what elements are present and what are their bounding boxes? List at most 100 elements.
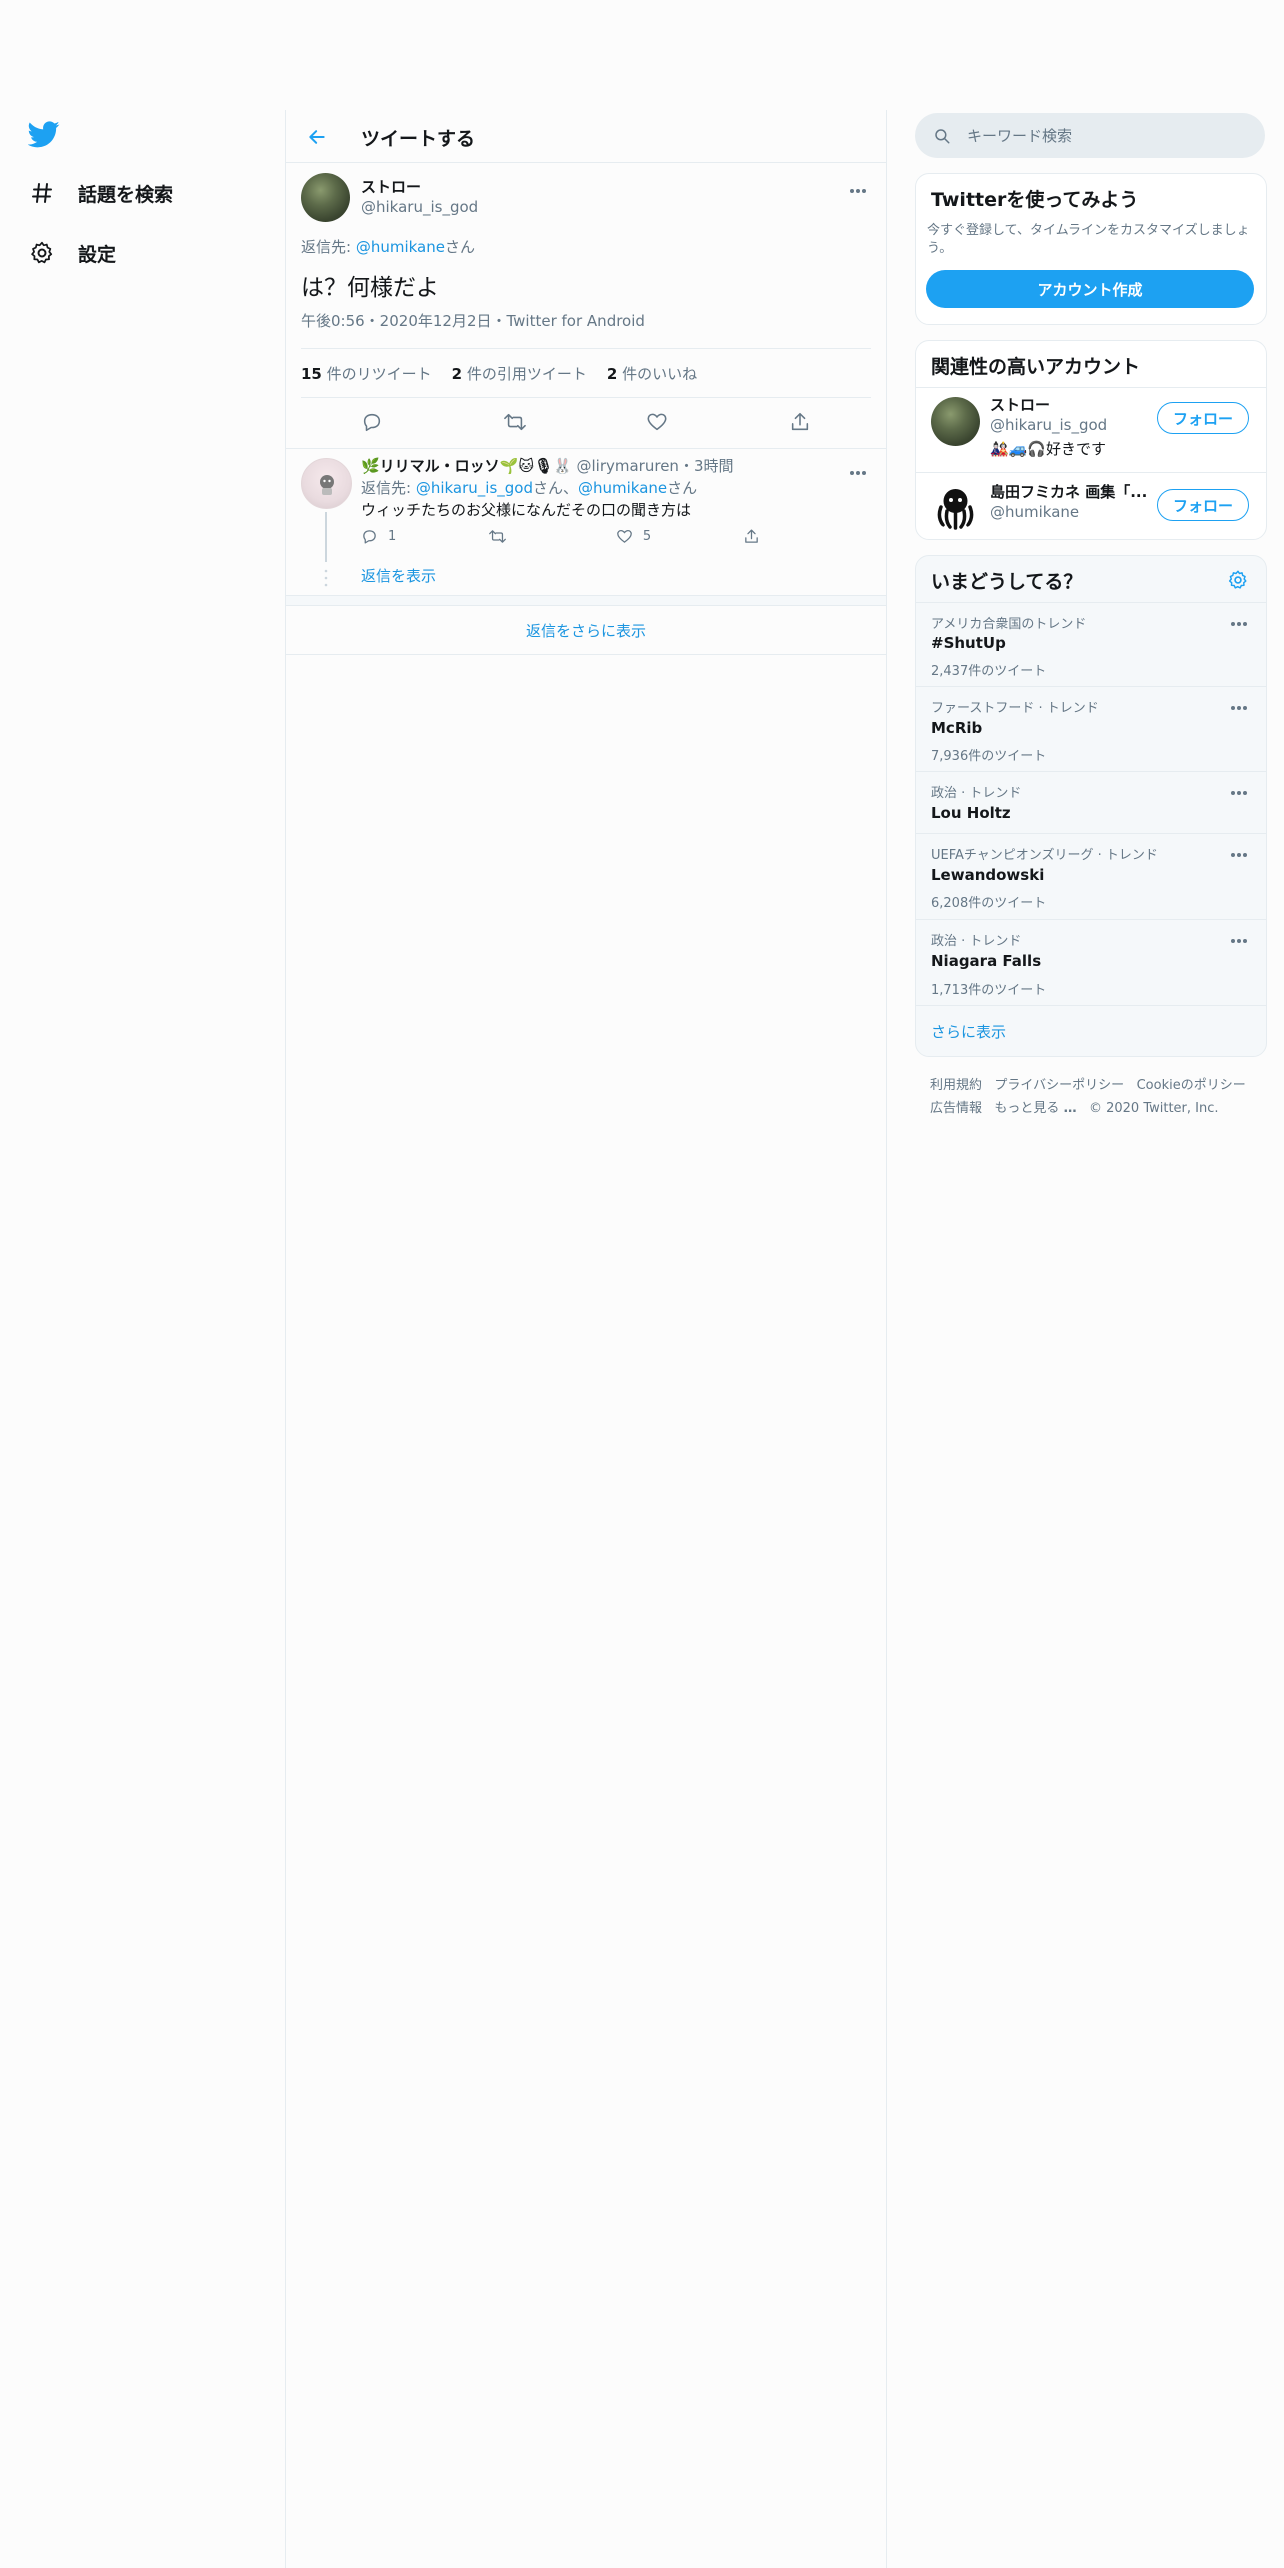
trend-item[interactable]: ファーストフード · トレンド McRib 7,936件のツイート [916, 686, 1266, 772]
gear-icon[interactable] [1227, 569, 1249, 591]
trend-meta: 政治 · トレンド [931, 786, 1022, 801]
reply-actions: 1 5 [361, 524, 781, 548]
avatar[interactable] [301, 458, 352, 509]
page-title: ツイートする [361, 128, 476, 150]
reply-time[interactable]: ・3時間 [679, 457, 734, 475]
signup-desc-line2: う。 [927, 241, 953, 256]
show-more-trends-link[interactable]: さらに表示 [931, 1021, 1006, 1042]
trend-count: 6,208件のツイート [931, 896, 1047, 911]
more-icon[interactable] [1226, 934, 1252, 948]
avatar[interactable] [931, 397, 980, 446]
trend-item[interactable]: アメリカ合衆国のトレンド #ShutUp 2,437件のツイート [916, 602, 1266, 687]
show-more-replies-button[interactable]: 返信をさらに表示 [286, 606, 886, 654]
like-icon[interactable] [640, 405, 674, 439]
likes-stat[interactable]: 2 件のいいね [607, 363, 697, 384]
reply-button[interactable]: 1 [361, 528, 488, 545]
trend-item[interactable]: 政治 · トレンド Lou Holtz [916, 771, 1266, 834]
retweet-icon[interactable] [498, 405, 532, 439]
footer-copyright: © 2020 Twitter, Inc. [1088, 1101, 1219, 1116]
follow-button[interactable]: フォロー [1157, 402, 1249, 434]
account-name[interactable]: 島田フミカネ 画集「... [990, 481, 1147, 502]
likes-label: 件のいいね [617, 364, 698, 383]
footer-ads[interactable]: 広告情報 [930, 1101, 982, 1116]
reply-count: 1 [388, 528, 397, 544]
like-button[interactable]: 5 [616, 528, 743, 545]
trend-name: Niagara Falls [931, 952, 1042, 970]
footer-links: 利用規約 プライバシーポリシー Cookieのポリシー 広告情報 もっと見る …… [930, 1074, 1265, 1120]
account-row[interactable]: 島田フミカネ 画集「... @humikane フォロー [916, 473, 1266, 537]
thread-line [325, 512, 327, 562]
trend-item[interactable]: UEFAチャンピオンズリーグ · トレンド Lewandowski 6,208件… [916, 833, 1266, 920]
more-icon[interactable] [845, 184, 871, 198]
reply-to-link-1[interactable]: @hikaru_is_god [416, 479, 533, 497]
account-handle[interactable]: @humikane [990, 503, 1079, 521]
account-handle[interactable]: @hikaru_is_god [990, 416, 1107, 434]
reply-mid: さん、 [533, 479, 579, 497]
more-icon[interactable] [1226, 701, 1252, 715]
trend-item[interactable]: 政治 · トレンド Niagara Falls 1,713件のツイート [916, 919, 1266, 1006]
account-bio: 🎎🚙🎧好きです [990, 440, 1107, 458]
trend-meta: UEFAチャンピオンズリーグ · トレンド [931, 848, 1158, 863]
reply-to-link-2[interactable]: @humikane [578, 479, 667, 497]
create-account-button[interactable]: アカウント作成 [926, 270, 1254, 308]
page-header: ツイートする [286, 110, 886, 163]
footer-more-label: もっと見る [994, 1101, 1060, 1116]
trend-meta: ファーストフード · トレンド [931, 701, 1099, 716]
trend-count: 7,936件のツイート [931, 749, 1047, 764]
reply-icon[interactable] [355, 405, 389, 439]
reply-context: 返信先: @hikaru_is_godさん、@humikaneさん [361, 477, 697, 498]
more-icon[interactable] [1226, 786, 1252, 800]
tweet-author-handle[interactable]: @hikaru_is_god [361, 198, 478, 216]
retweets-label: 件のリツイート [321, 364, 432, 383]
more-icon[interactable] [1226, 617, 1252, 631]
trend-meta: アメリカ合衆国のトレンド [931, 617, 1087, 632]
avatar[interactable] [931, 481, 980, 530]
footer-more[interactable]: もっと見る … [994, 1101, 1076, 1116]
trend-count: 1,713件のツイート [931, 983, 1047, 998]
more-icon[interactable] [1226, 848, 1252, 862]
tweet-meta[interactable]: 午後0:56・2020年12月2日・Twitter for Android [301, 310, 645, 331]
quotes-stat[interactable]: 2 件の引用ツイート [452, 363, 587, 384]
hashtag-icon [28, 179, 56, 207]
share-button[interactable] [743, 528, 781, 545]
show-replies-link[interactable]: 返信を表示 [361, 565, 436, 586]
quotes-label: 件の引用ツイート [462, 364, 587, 383]
reply-prefix: 返信先: [361, 479, 416, 497]
reply-suffix: さん [667, 479, 698, 497]
retweet-button[interactable] [488, 528, 615, 545]
search-input[interactable] [965, 125, 1239, 146]
twitter-bird-icon[interactable] [28, 118, 64, 154]
share-icon [743, 528, 760, 545]
retweet-icon [488, 528, 507, 545]
account-name[interactable]: ストロー [990, 394, 1050, 415]
retweets-stat[interactable]: 15 件のリツイート [301, 363, 432, 384]
likes-count: 2 [606, 364, 618, 383]
retweets-count: 15 [301, 364, 322, 383]
tweet-stats: 15 件のリツイート 2 件の引用ツイート 2 件のいいね [301, 348, 871, 398]
tweet-author-name[interactable]: ストロー [361, 176, 421, 197]
search-box[interactable] [915, 113, 1265, 158]
reply-text: ウィッチたちのお父様になんだその口の聞き方は [361, 501, 692, 519]
trends-card: いまどうしてる？ アメリカ合衆国のトレンド #ShutUp 2,437件のツイー… [915, 555, 1267, 1057]
reply-author-handle[interactable]: @lirymaruren [577, 457, 679, 475]
like-icon [616, 528, 633, 545]
footer-cookie[interactable]: Cookieのポリシー [1137, 1078, 1246, 1093]
back-arrow-icon[interactable] [302, 122, 332, 152]
more-icon[interactable] [845, 466, 871, 480]
footer-privacy[interactable]: プライバシーポリシー [994, 1078, 1124, 1093]
signup-card: Twitterを使ってみよう 今すぐ登録して、タイムラインをカスタマイズしましょ… [915, 173, 1267, 325]
reply-author-name[interactable]: 🌿リリマル・ロッソ🌱🐱🎙🐰 [361, 457, 572, 475]
tweet-actions [301, 396, 871, 448]
share-icon[interactable] [783, 405, 817, 439]
nav-explore[interactable]: 話題を検索 [28, 173, 173, 213]
nav-settings-label: 設定 [78, 243, 117, 266]
footer-terms[interactable]: 利用規約 [930, 1078, 982, 1093]
trend-name: McRib [931, 719, 983, 737]
follow-button[interactable]: フォロー [1157, 489, 1249, 521]
nav-settings[interactable]: 設定 [28, 233, 116, 273]
signup-desc-line1: 今すぐ登録して、タイムラインをカスタマイズしましょ [927, 223, 1250, 238]
reply-to-link[interactable]: @humikane [356, 238, 445, 256]
trend-meta: 政治 · トレンド [931, 934, 1022, 949]
account-row[interactable]: ストロー @hikaru_is_god 🎎🚙🎧好きです フォロー [916, 388, 1266, 472]
avatar[interactable] [301, 173, 350, 222]
